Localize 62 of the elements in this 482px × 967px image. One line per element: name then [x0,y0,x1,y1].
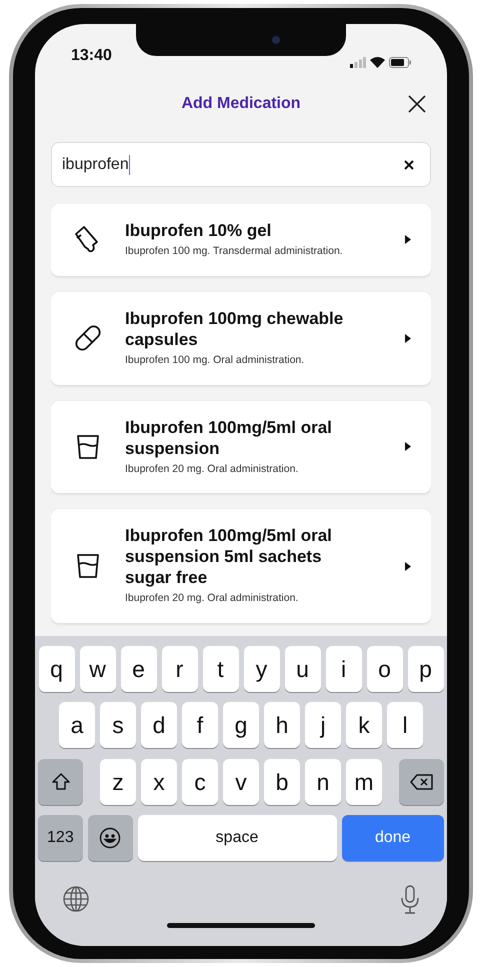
keyboard-key[interactable]: x [141,759,177,805]
medication-name: Ibuprofen 100mg/5ml oral suspension [125,416,333,458]
keyboard-key[interactable]: e [120,646,156,692]
microphone-icon[interactable] [400,885,420,915]
medication-card[interactable]: Ibuprofen 10% gel Ibuprofen 100 mg. Transdermal administration. [51,204,431,276]
medication-details: Ibuprofen 100 mg. Transdermal administration. [125,244,344,259]
close-icon [407,94,427,114]
medication-name: Ibuprofen 100mg/5ml oral suspension 5ml sachets sugar free [125,525,333,588]
chevron-right-icon [405,334,411,343]
shift-key[interactable] [38,759,83,805]
smiley-icon [99,827,122,849]
keyboard-key[interactable]: c [182,759,218,805]
medication-details: Ibuprofen 100 mg. Oral administration. [125,352,306,368]
chevron-right-icon [405,562,411,571]
keyboard-key[interactable]: s [100,702,136,748]
keyboard-key[interactable]: n [305,759,341,805]
done-key[interactable]: done [342,815,444,861]
keyboard-key[interactable]: t [202,646,238,692]
wifi-icon [370,57,385,68]
capsule-icon [73,323,103,354]
screen-title: Add Medication [181,94,301,114]
medication-card[interactable]: Ibuprofen 100mg/5ml oral suspension Ibuprofen 20 mg. Oral administration. [51,400,431,494]
keyboard-key[interactable]: h [264,702,300,748]
keyboard-key[interactable]: g [223,702,259,748]
keyboard-key[interactable]: l [387,702,423,748]
medication-details: Ibuprofen 20 mg. Oral administration. [125,462,300,476]
keyboard-key[interactable]: o [366,646,402,692]
keyboard-key[interactable]: i [326,646,362,692]
keyboard-key[interactable]: j [305,702,341,748]
globe-icon[interactable] [62,885,90,913]
keyboard-key[interactable]: a [59,702,95,748]
keyboard-key[interactable]: d [141,702,177,748]
keyboard-key[interactable]: z [100,759,136,805]
keyboard-key[interactable]: p [408,646,444,692]
keyboard-key[interactable]: m [346,759,382,805]
keyboard-key[interactable]: u [284,646,320,692]
numbers-key[interactable]: 123 [38,815,83,861]
keyboard-key[interactable]: v [223,759,259,805]
medication-card[interactable]: Ibuprofen 100mg chewable capsules Ibuprofen 100 mg. Oral administration. [51,292,431,384]
medication-card[interactable]: Ibuprofen 100mg/5ml oral suspension 5ml sachets sugar free Ibuprofen 20 mg. Oral administration. [51,509,431,623]
space-key[interactable]: space [138,815,337,861]
keyboard-key[interactable]: k [346,702,382,748]
clear-icon[interactable] [404,160,414,170]
backspace-key[interactable] [399,759,444,805]
keyboard-key[interactable]: r [162,646,198,692]
battery-icon [389,57,411,68]
search-field[interactable]: ibuprofen [51,142,431,187]
keyboard-key[interactable]: w [80,646,116,692]
keyboard-key[interactable]: q [38,646,74,692]
signal-icon [350,57,366,68]
status-time: 13:40 [71,46,112,66]
chevron-right-icon [405,235,411,244]
keyboard-key[interactable]: b [264,759,300,805]
medication-name: Ibuprofen 10% gel [125,220,272,241]
medication-details: Ibuprofen 20 mg. Oral administration. [125,591,300,606]
medication-name: Ibuprofen 100mg chewable capsules [125,308,344,350]
shift-icon [50,772,70,792]
chevron-right-icon [405,442,411,452]
backspace-icon [410,773,434,791]
keyboard-key[interactable]: y [244,646,280,692]
emoji-key[interactable] [88,815,133,861]
keyboard-key[interactable]: f [182,702,218,748]
